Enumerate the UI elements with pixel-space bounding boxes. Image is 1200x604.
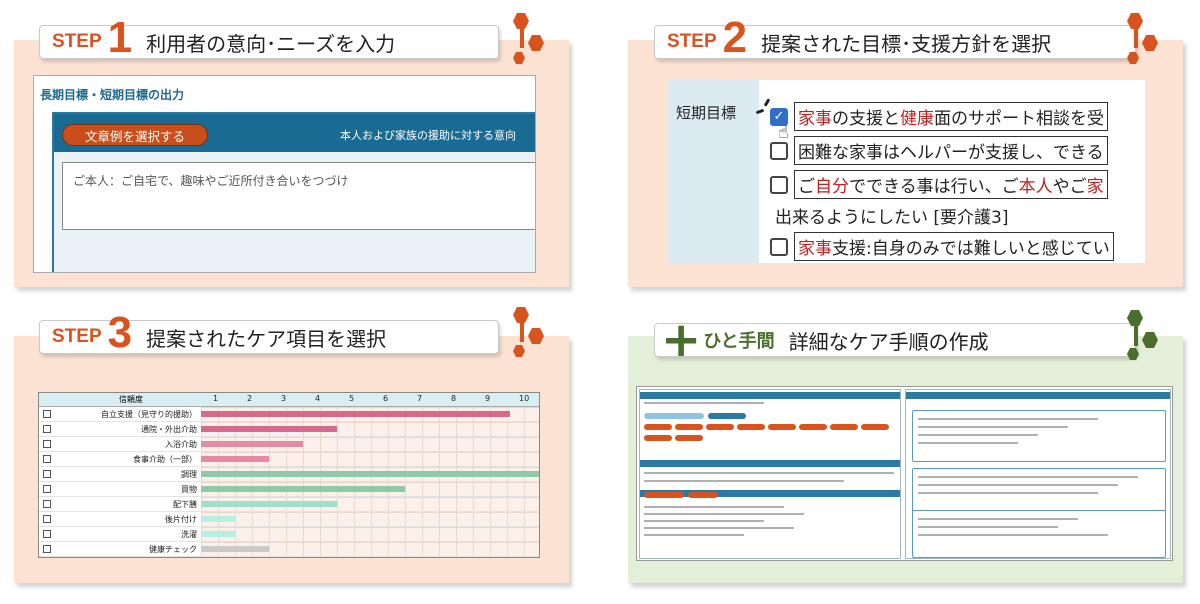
care-item-label: 健康チェック <box>149 545 197 554</box>
right-pane <box>905 389 1171 559</box>
care-item-checkbox[interactable] <box>43 410 51 418</box>
care-item-row: 洗濯 <box>39 527 539 542</box>
p1-screen: 長期目標・短期目標の出力 文章例を選択する 本人および家族の援助に対する意向 ご… <box>33 75 536 273</box>
intent-box: 文章例を選択する 本人および家族の援助に対する意向 ご本人：ご自宅で、趣味やご近… <box>52 112 536 273</box>
step-label: STEP <box>52 326 102 347</box>
step-title: 利用者の意向･ニーズを入力 <box>146 31 396 56</box>
care-item-row: 通院・外出介助 <box>39 422 539 437</box>
step-label: STEP <box>52 31 102 52</box>
care-item-checkbox[interactable] <box>43 470 51 478</box>
intent-title: 本人および家族の援助に対する意向 <box>340 129 516 142</box>
care-item-checkbox[interactable] <box>43 500 51 508</box>
care-item-label: 調理 <box>181 470 197 479</box>
care-procedure-screen <box>636 386 1173 561</box>
goal-checkbox[interactable] <box>770 141 788 160</box>
plus-icon: + <box>661 312 702 368</box>
goal-checkbox[interactable] <box>770 237 788 256</box>
goal-text: ご自分でできる事は行い、ご本人やご家 <box>794 170 1108 199</box>
step-title: 提案されたケア項目を選択 <box>146 326 387 351</box>
axis-tick: 5 <box>349 394 355 403</box>
confidence-bar <box>201 411 511 417</box>
care-item-row: 健康チェック <box>39 542 539 557</box>
care-item-row: 食事介助（一部） <box>39 452 539 467</box>
axis-tick: 6 <box>383 394 389 403</box>
care-item-row: 配下膳 <box>39 497 539 512</box>
care-item-row: 自立支援（見守り的援助） <box>39 407 539 422</box>
confidence-bar <box>201 441 303 447</box>
care-item-label: 食事介助（一部） <box>133 455 197 464</box>
goal-text: 困難な家事はヘルパーが支援し、できる <box>794 136 1108 165</box>
select-example-button[interactable]: 文章例を選択する <box>62 124 208 146</box>
axis-tick: 4 <box>315 394 321 403</box>
axis-tick: 2 <box>247 394 253 403</box>
care-item-label: 洗濯 <box>181 530 197 539</box>
goal-option-row[interactable]: 家事支援:自身のみでは難しいと感じてい <box>770 232 1114 261</box>
box-footer <box>54 272 536 273</box>
care-item-label: 入浴介助 <box>165 440 197 449</box>
care-item-row: 買物 <box>39 482 539 497</box>
goal-text: 家事支援:自身のみでは難しいと感じてい <box>794 232 1114 261</box>
step-label: STEP <box>667 31 717 52</box>
axis-tick: 3 <box>281 394 287 403</box>
intent-input[interactable]: ご本人：ご自宅で、趣味やご近所付き合いをつづけ <box>62 162 535 230</box>
step3-ribbon: STEP 3 提案されたケア項目を選択 <box>39 311 499 355</box>
care-item-row: 後片付け <box>39 512 539 527</box>
care-item-label: 自立支援（見守り的援助） <box>101 410 197 419</box>
confidence-chart: 信頼度 1 2 3 4 5 6 7 8 9 10 自立支援（見守り的援助） 通院・外出介助入浴介助食事… <box>38 392 540 558</box>
care-item-label: 後片付け <box>165 515 197 524</box>
step2-ribbon: STEP 2 提案された目標･支援方針を選択 <box>654 16 1136 60</box>
left-pane <box>639 389 901 559</box>
confidence-bar <box>201 471 539 477</box>
care-item-checkbox[interactable] <box>43 485 51 493</box>
axis-tick: 7 <box>417 394 423 403</box>
care-item-checkbox[interactable] <box>43 455 51 463</box>
short-term-goal-label: 短期目標 <box>676 104 737 122</box>
goal-text: 家事の支援と健康面のサポート相談を受 <box>794 102 1108 131</box>
care-item-row: 調理 <box>39 467 539 482</box>
confidence-bar <box>201 426 337 432</box>
confidence-bar <box>201 546 269 552</box>
care-item-label: 配下膳 <box>173 500 197 509</box>
care-item-checkbox[interactable] <box>43 545 51 553</box>
step-number: 1 <box>107 13 133 62</box>
output-heading: 長期目標・短期目標の出力 <box>40 88 185 102</box>
axis-title: 信頼度 <box>119 395 143 404</box>
step-number: 2 <box>722 13 748 62</box>
care-item-label: 買物 <box>181 485 197 494</box>
axis-tick: 8 <box>451 394 457 403</box>
confidence-bar <box>201 516 235 522</box>
goal-checkbox[interactable] <box>770 175 788 194</box>
confidence-bar <box>201 531 235 537</box>
axis-tick: 10 <box>519 394 530 403</box>
confidence-bar <box>201 501 337 507</box>
care-item-checkbox[interactable] <box>43 425 51 433</box>
goal-option-row[interactable]: ご自分でできる事は行い、ご本人やご家 <box>770 170 1108 199</box>
goal-option-row: 出来るようにしたい [要介護3] <box>772 202 1012 229</box>
step-number: 3 <box>107 308 133 357</box>
axis-tick: 1 <box>213 394 219 403</box>
chart-axis: 信頼度 <box>39 393 539 407</box>
goal-text: 出来るようにしたい [要介護3] <box>772 202 1012 229</box>
care-item-label: 通院・外出介助 <box>141 425 197 434</box>
intent-header: 文章例を選択する 本人および家族の援助に対する意向 <box>54 114 535 152</box>
confidence-bar <box>201 456 269 462</box>
extra-step-label: ひと手間 <box>703 331 775 352</box>
hand-cursor-icon: ☝ <box>778 122 789 143</box>
goal-option-row[interactable]: ✓ 家事の支援と健康面のサポート相談を受 <box>770 102 1108 131</box>
step1-ribbon: STEP 1 利用者の意向･ニーズを入力 <box>39 16 499 60</box>
care-item-checkbox[interactable] <box>43 530 51 538</box>
extra-ribbon: + ひと手間 詳細なケア手順の作成 <box>654 312 1136 368</box>
axis-tick: 9 <box>485 394 491 403</box>
care-item-checkbox[interactable] <box>43 515 51 523</box>
step-title: 提案された目標･支援方針を選択 <box>761 31 1052 56</box>
care-item-checkbox[interactable] <box>43 440 51 448</box>
care-item-row: 入浴介助 <box>39 437 539 452</box>
confidence-bar <box>201 486 405 492</box>
goal-option-row[interactable]: 困難な家事はヘルパーが支援し、できる <box>770 136 1108 165</box>
step-title: 詳細なケア手順の作成 <box>788 329 989 354</box>
label-column: 短期目標 <box>668 80 759 263</box>
